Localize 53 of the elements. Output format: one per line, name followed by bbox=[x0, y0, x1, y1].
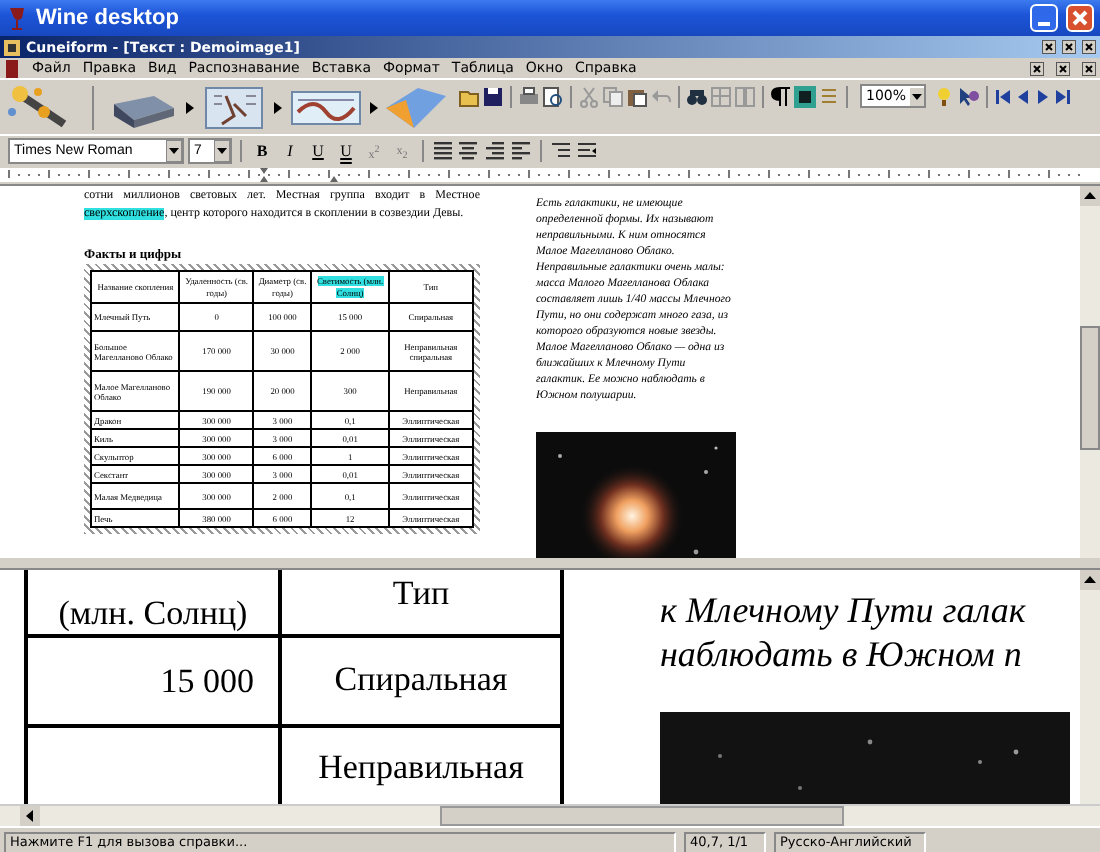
save-icon[interactable] bbox=[482, 85, 504, 107]
format-button[interactable]: U bbox=[334, 139, 358, 163]
paste-icon[interactable] bbox=[626, 85, 648, 107]
pilcrow-icon[interactable] bbox=[770, 85, 792, 107]
format-button[interactable]: I bbox=[278, 139, 302, 163]
print-preview-icon[interactable] bbox=[542, 85, 564, 107]
table-cell-text: Неправильная bbox=[316, 746, 526, 791]
outdent-icon[interactable] bbox=[576, 140, 598, 162]
caret-icon[interactable] bbox=[186, 101, 194, 113]
dropdown-arrow-icon bbox=[214, 140, 230, 162]
wine-glass-icon bbox=[6, 5, 28, 31]
close-icon bbox=[1072, 10, 1088, 26]
window-title: Wine desktop bbox=[36, 6, 179, 30]
scrollbar[interactable] bbox=[1080, 570, 1100, 804]
context-help-icon[interactable] bbox=[958, 85, 981, 107]
mdi-control-icon[interactable] bbox=[1056, 61, 1070, 75]
format-button[interactable]: B bbox=[250, 139, 274, 163]
dropdown-arrow-icon bbox=[166, 140, 182, 162]
scroll-up-icon[interactable] bbox=[1080, 186, 1100, 206]
align-icon[interactable] bbox=[510, 140, 532, 162]
mdi-control-icon[interactable] bbox=[1082, 40, 1096, 54]
mdi-control-icon[interactable] bbox=[1042, 40, 1056, 54]
text-line: к Млечному Пути галак bbox=[660, 588, 1028, 632]
table-cell: Спиральная bbox=[282, 637, 560, 729]
scrollbar[interactable] bbox=[1080, 186, 1100, 558]
table-cell: 15 000 bbox=[28, 638, 278, 729]
text-line: наблюдать в Южном п bbox=[660, 632, 1024, 676]
column-header: Тип bbox=[282, 570, 560, 638]
dropdown-arrow-icon bbox=[910, 87, 925, 105]
caret-icon[interactable] bbox=[274, 101, 282, 113]
close-button[interactable] bbox=[1066, 4, 1094, 32]
align-icon[interactable] bbox=[432, 140, 454, 162]
app-icon bbox=[4, 39, 20, 55]
first-page-icon[interactable] bbox=[994, 85, 1013, 107]
mdi-control-icon[interactable] bbox=[1082, 61, 1096, 75]
binoculars-icon[interactable] bbox=[686, 85, 708, 107]
print-icon[interactable] bbox=[518, 85, 540, 107]
scroll-up-icon[interactable] bbox=[1080, 570, 1100, 590]
mdi-control-icon[interactable] bbox=[1062, 40, 1076, 54]
last-page-icon[interactable] bbox=[1054, 85, 1073, 107]
indent-icon[interactable] bbox=[550, 140, 572, 162]
frame-icon[interactable] bbox=[794, 85, 816, 107]
mdi-control-icon[interactable] bbox=[1030, 61, 1044, 75]
column-header: (млн. Солнц) bbox=[28, 570, 278, 639]
format-button[interactable]: U bbox=[306, 139, 330, 163]
document-icon bbox=[4, 59, 20, 77]
caret-icon[interactable] bbox=[370, 101, 378, 113]
align-icon[interactable] bbox=[458, 140, 480, 162]
align-icon[interactable] bbox=[484, 140, 506, 162]
minimize-button[interactable] bbox=[1030, 4, 1058, 32]
open-folder-icon[interactable] bbox=[458, 85, 480, 107]
scroll-left-icon[interactable] bbox=[20, 806, 40, 826]
scrollbar[interactable] bbox=[0, 804, 1100, 826]
